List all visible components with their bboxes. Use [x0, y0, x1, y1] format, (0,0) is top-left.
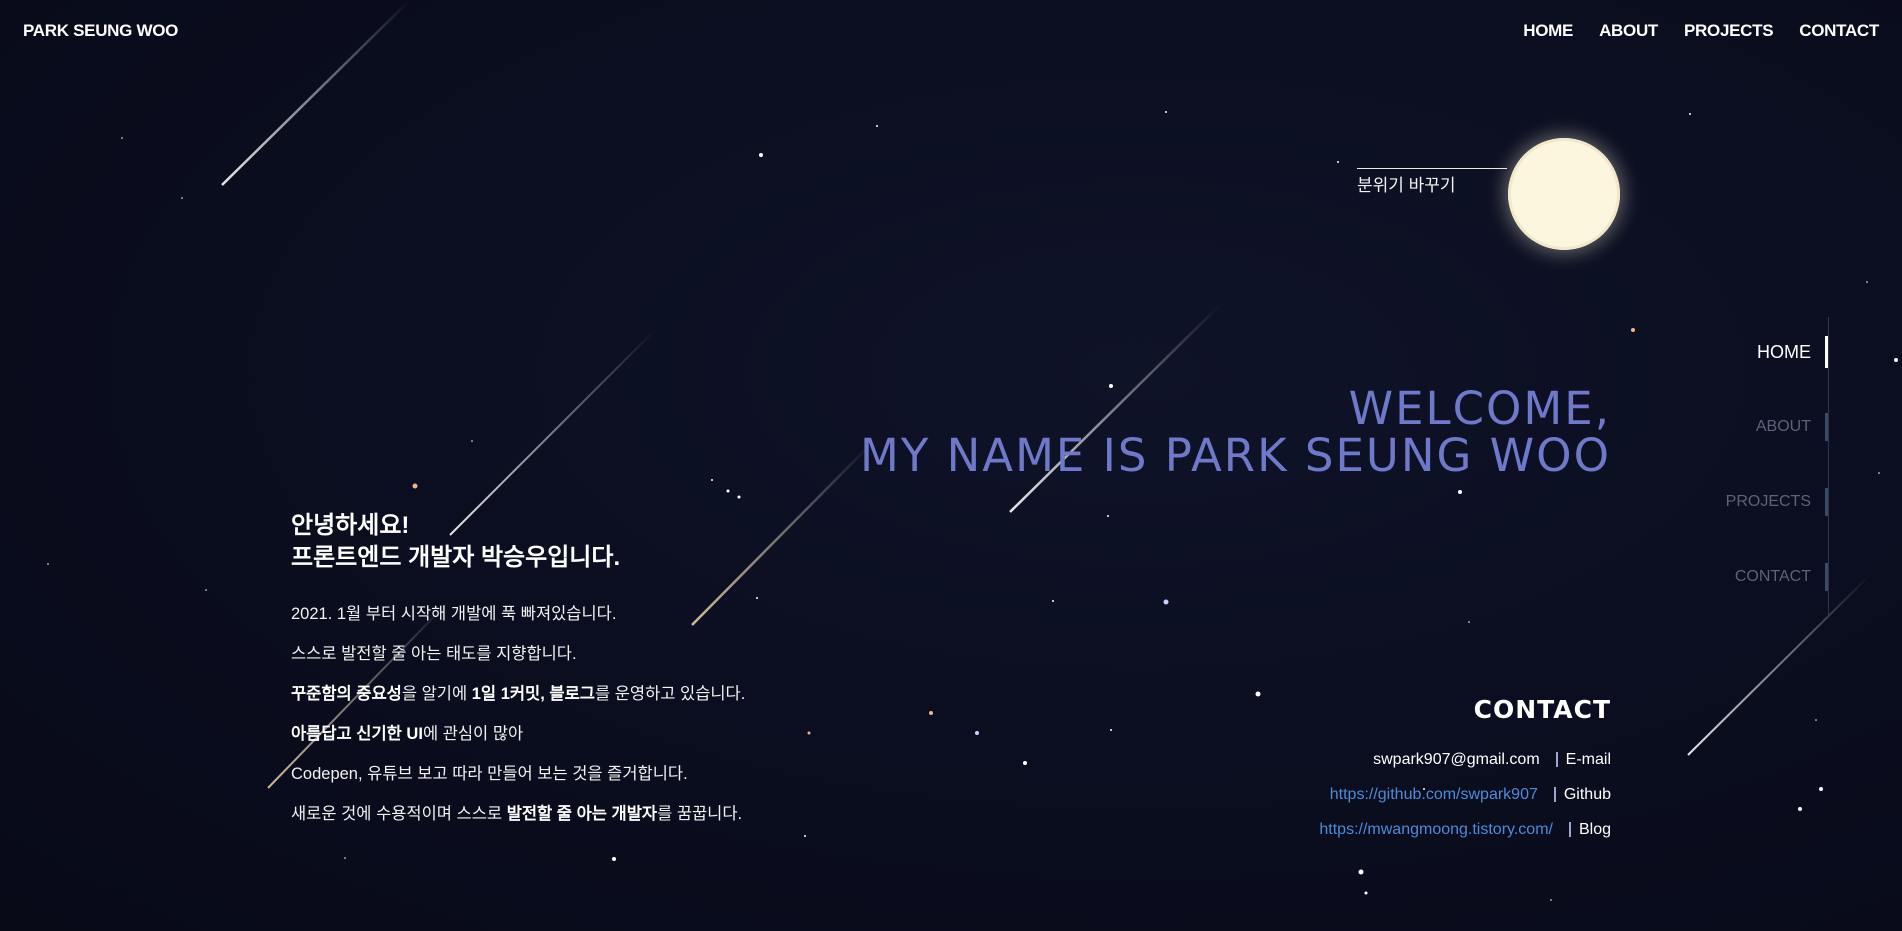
separator — [1555, 752, 1558, 767]
body-text: 에 관심이 많아 — [422, 725, 524, 743]
page: PARK SEUNG WOO HOME ABOUT PROJECTS CONTA… — [0, 0, 1902, 931]
github-link[interactable]: https://github.com/swpark907 — [1330, 786, 1538, 804]
side-nav-projects[interactable]: PROJECTS — [1726, 488, 1828, 516]
side-nav-indicator — [1825, 413, 1828, 441]
side-nav-home[interactable]: HOME — [1757, 336, 1828, 368]
side-nav-contact[interactable]: CONTACT — [1735, 563, 1828, 591]
emphasis-text: 꾸준함의 중요성 — [291, 685, 402, 703]
side-nav-label: PROJECTS — [1725, 493, 1811, 510]
side-nav-label: HOME — [1757, 341, 1811, 362]
top-nav-about[interactable]: ABOUT — [1599, 21, 1658, 41]
body-text: 를 운영하고 있습니다. — [594, 685, 746, 703]
body-text: Codepen, 유튜브 보고 따라 만들어 보는 것을 즐거합니다. — [291, 765, 688, 783]
intro-greeting: 안녕하세요! — [291, 512, 410, 539]
body-text: 를 꿈꿉니다. — [657, 805, 743, 823]
side-nav-label: ABOUT — [1755, 418, 1811, 435]
side-nav-indicator — [1825, 488, 1828, 516]
contact-row-email: swpark907@gmail.com E-mail — [1319, 742, 1611, 777]
top-nav-home[interactable]: HOME — [1523, 21, 1573, 41]
intro-heading: 안녕하세요! 프론트엔드 개발자 박승우입니다. — [291, 510, 851, 574]
intro-section: 안녕하세요! 프론트엔드 개발자 박승우입니다. 2021. 1월 부터 시작해… — [291, 510, 851, 834]
brand-logo[interactable]: PARK SEUNG WOO — [23, 21, 178, 41]
intro-paragraph: 새로운 것에 수용적이며 스스로 발전할 줄 아는 개발자를 꿈꿉니다. — [291, 794, 851, 834]
blog-label: Blog — [1578, 820, 1611, 838]
intro-headline: 프론트엔드 개발자 박승우입니다. — [291, 544, 621, 571]
contact-title: CONTACT — [1473, 695, 1611, 724]
body-text: 을 알기에 — [401, 685, 472, 703]
side-nav-track — [1828, 317, 1829, 617]
emphasis-text: 블로그 — [549, 685, 595, 703]
emphasis-text: 1일 1커밋, — [471, 685, 545, 703]
moon-toggle-button[interactable] — [1508, 138, 1620, 250]
mood-toggle-label: 분위기 바꾸기 — [1357, 168, 1507, 196]
intro-paragraph: 아름답고 신기한 UI에 관심이 많아 — [291, 714, 851, 754]
contact-row-blog: https://mwangmoong.tistory.com/ Blog — [1319, 812, 1611, 847]
separator — [1568, 822, 1571, 837]
intro-paragraph: 2021. 1월 부터 시작해 개발에 푹 빠져있습니다. — [291, 594, 851, 634]
email-value[interactable]: swpark907@gmail.com — [1373, 751, 1540, 769]
contact-section: CONTACT swpark907@gmail.com E-mail https… — [1319, 695, 1611, 847]
top-nav-contact[interactable]: CONTACT — [1799, 21, 1879, 41]
body-text: 2021. 1월 부터 시작해 개발에 푹 빠져있습니다. — [291, 605, 617, 623]
hero-heading: WELCOME, MY NAME IS PARK SEUNG WOO — [860, 385, 1611, 479]
emphasis-text: 발전할 줄 아는 개발자 — [506, 805, 658, 823]
side-nav-indicator — [1825, 563, 1828, 591]
top-nav: HOME ABOUT PROJECTS CONTACT — [1523, 21, 1879, 41]
intro-paragraph: 꾸준함의 중요성을 알기에 1일 1커밋, 블로그를 운영하고 있습니다. — [291, 674, 851, 714]
github-label: Github — [1563, 785, 1611, 803]
intro-paragraph: Codepen, 유튜브 보고 따라 만들어 보는 것을 즐거합니다. — [291, 754, 851, 794]
top-nav-projects[interactable]: PROJECTS — [1684, 21, 1774, 41]
contact-row-github: https://github.com/swpark907 Github — [1319, 777, 1611, 812]
emphasis-text: 아름답고 신기한 UI — [291, 725, 423, 743]
intro-paragraph: 스스로 발전할 줄 아는 태도를 지향합니다. — [291, 634, 851, 674]
side-nav-indicator — [1825, 336, 1828, 368]
hero-line-welcome: WELCOME, — [1348, 382, 1611, 435]
separator — [1553, 787, 1556, 802]
body-text: 새로운 것에 수용적이며 스스로 — [291, 805, 507, 823]
blog-link[interactable]: https://mwangmoong.tistory.com/ — [1319, 821, 1553, 839]
hero-line-name: MY NAME IS PARK SEUNG WOO — [860, 429, 1611, 482]
side-nav-about[interactable]: ABOUT — [1756, 413, 1828, 441]
body-text: 스스로 발전할 줄 아는 태도를 지향합니다. — [291, 645, 577, 663]
side-nav-label: CONTACT — [1734, 568, 1811, 585]
side-nav: HOME ABOUT PROJECTS CONTACT — [1700, 317, 1831, 617]
intro-paragraphs: 2021. 1월 부터 시작해 개발에 푹 빠져있습니다. 스스로 발전할 줄 아… — [291, 594, 851, 834]
email-label: E-mail — [1565, 750, 1611, 768]
